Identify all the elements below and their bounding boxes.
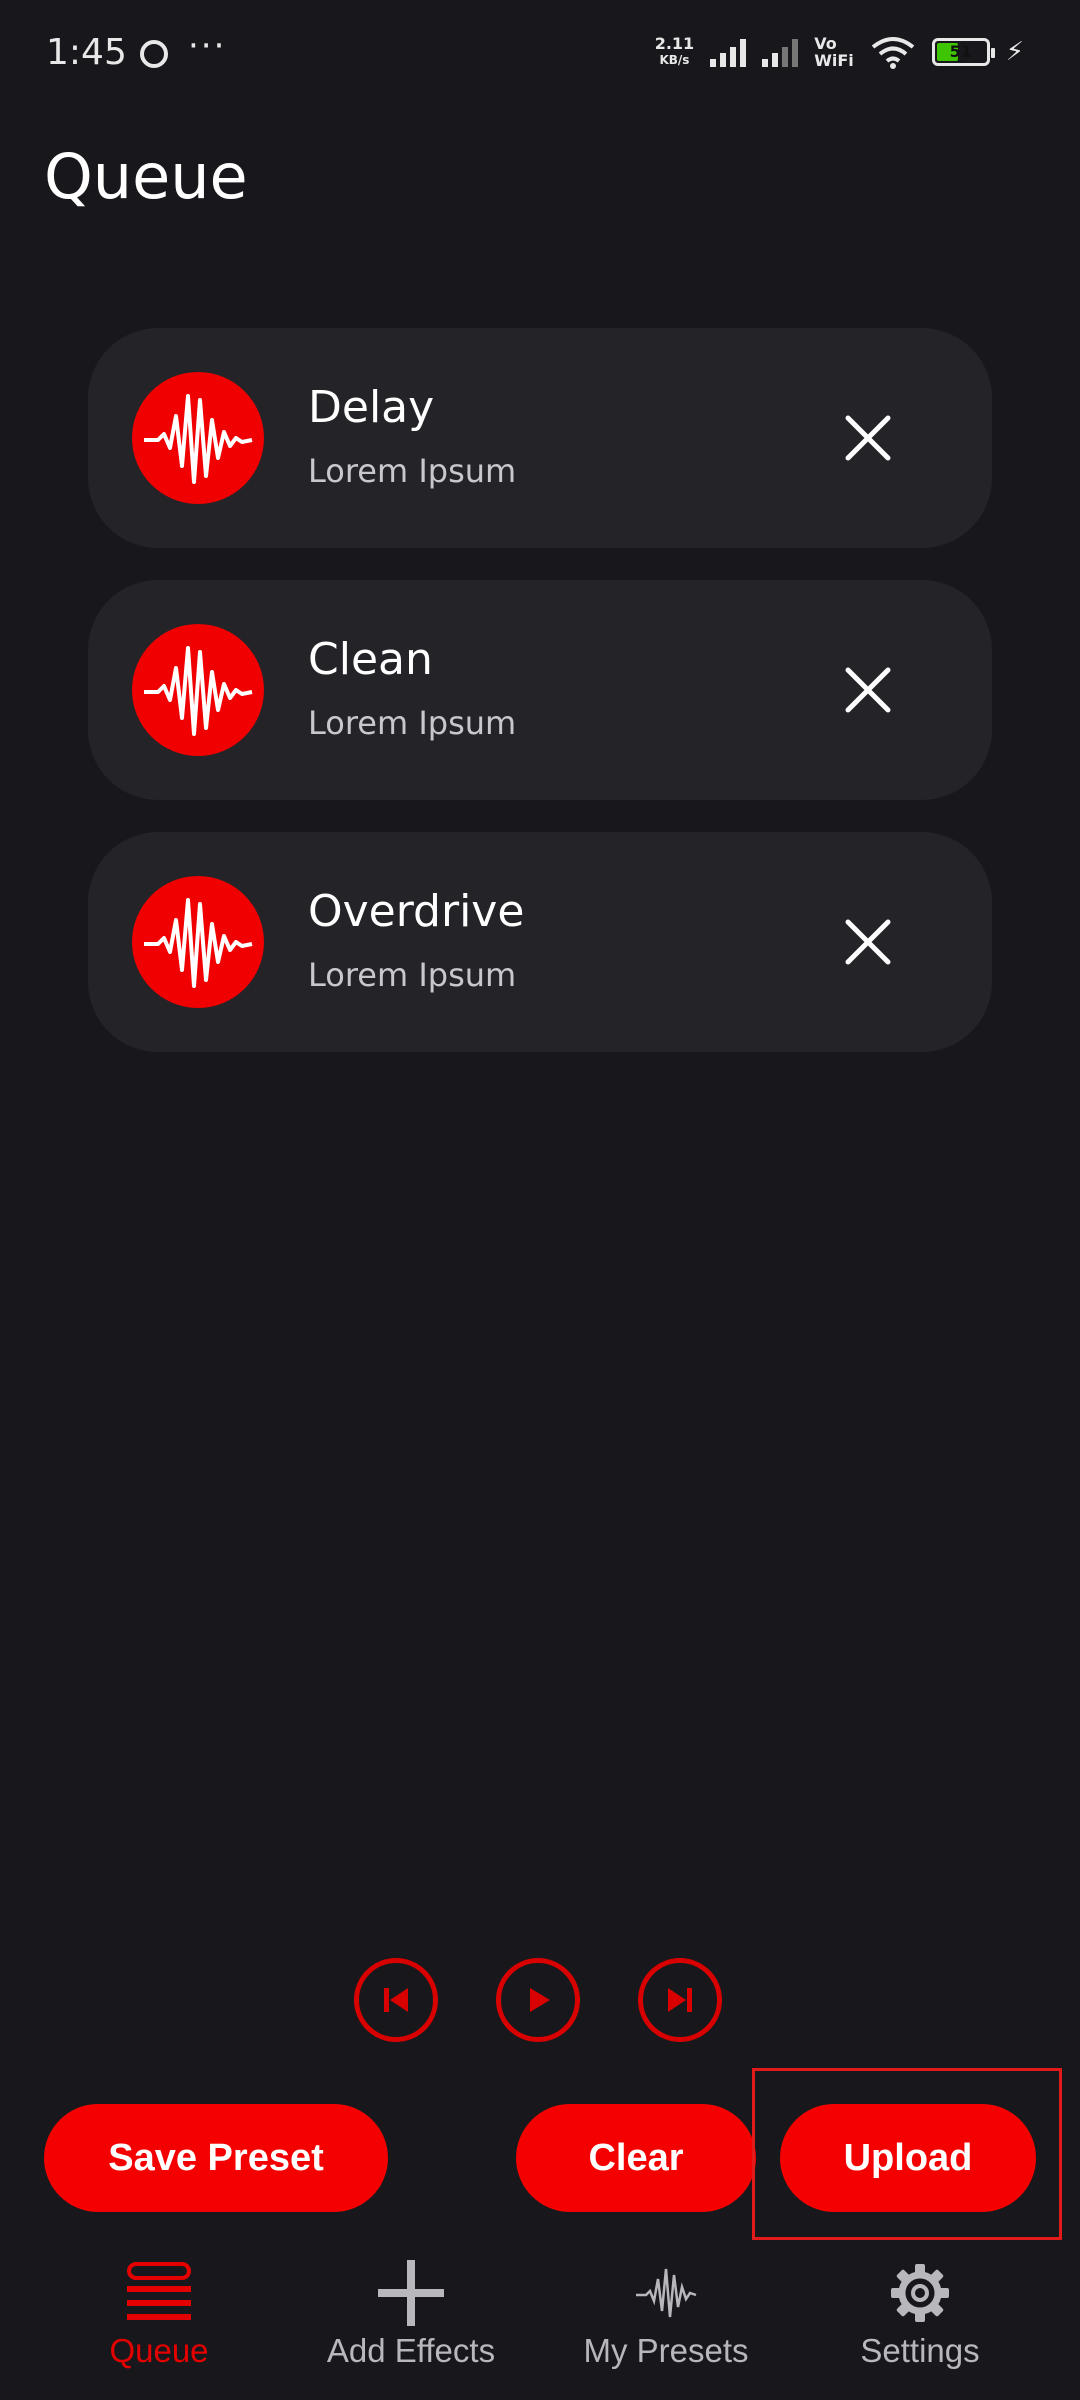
vowifi-indicator: Vo WiFi bbox=[814, 35, 854, 69]
wifi-icon bbox=[871, 37, 914, 69]
nav-item-add-effects[interactable]: Add Effects bbox=[286, 2258, 536, 2370]
queue-item-title: Clean bbox=[308, 634, 433, 685]
signal-icon-secondary bbox=[762, 37, 799, 67]
waveform-icon bbox=[541, 2258, 791, 2328]
queue-item-subtitle: Lorem Ipsum bbox=[308, 704, 517, 742]
queue-list: Delay Lorem Ipsum Clean Lorem Ipsum Over… bbox=[88, 328, 992, 1084]
queue-item[interactable]: Delay Lorem Ipsum bbox=[88, 328, 992, 548]
network-speed: 2.11 KB/s bbox=[655, 36, 694, 68]
queue-item[interactable]: Clean Lorem Ipsum bbox=[88, 580, 992, 800]
nav-item-queue[interactable]: Queue bbox=[34, 2258, 284, 2370]
network-speed-unit: KB/s bbox=[659, 53, 690, 67]
more-notifications-icon: ··· bbox=[188, 26, 227, 66]
vowifi-top: Vo bbox=[814, 34, 837, 53]
skip-previous-button[interactable] bbox=[354, 1958, 438, 2042]
queue-item-subtitle: Lorem Ipsum bbox=[308, 956, 517, 994]
status-time: 1:45 bbox=[46, 32, 127, 73]
nav-label: Queue bbox=[109, 2332, 209, 2369]
queue-item-subtitle: Lorem Ipsum bbox=[308, 452, 517, 490]
remove-icon[interactable] bbox=[838, 408, 898, 468]
nav-label: Add Effects bbox=[326, 2332, 496, 2369]
queue-icon bbox=[34, 2258, 284, 2328]
status-icons: 2.11 KB/s Vo WiFi 51 ⚡ bbox=[655, 30, 1024, 74]
signal-icon bbox=[710, 37, 747, 67]
waveform-avatar-icon bbox=[132, 876, 264, 1008]
waveform-avatar-icon bbox=[132, 372, 264, 504]
nav-label: My Presets bbox=[583, 2332, 749, 2369]
play-icon bbox=[530, 1988, 550, 2012]
play-button[interactable] bbox=[496, 1958, 580, 2042]
playback-controls bbox=[0, 1958, 1080, 2048]
dnd-icon bbox=[140, 40, 168, 68]
battery-icon: 51 bbox=[931, 38, 995, 66]
charging-icon: ⚡ bbox=[1005, 37, 1024, 67]
remove-icon[interactable] bbox=[838, 912, 898, 972]
nav-label: Settings bbox=[860, 2332, 980, 2369]
page-title: Queue bbox=[44, 140, 248, 213]
upload-highlight-box bbox=[752, 2068, 1062, 2240]
waveform-avatar-icon bbox=[132, 624, 264, 756]
nav-item-my-presets[interactable]: My Presets bbox=[541, 2258, 791, 2370]
status-bar: 1:45 ··· 2.11 KB/s Vo WiFi 51 ⚡ bbox=[0, 0, 1080, 110]
remove-icon[interactable] bbox=[838, 660, 898, 720]
gear-icon bbox=[795, 2258, 1045, 2328]
queue-item[interactable]: Overdrive Lorem Ipsum bbox=[88, 832, 992, 1052]
skip-previous-icon bbox=[384, 1988, 408, 2012]
vowifi-bottom: WiFi bbox=[814, 51, 854, 70]
save-preset-button[interactable]: Save Preset bbox=[44, 2104, 388, 2212]
network-speed-value: 2.11 bbox=[654, 34, 695, 53]
skip-next-button[interactable] bbox=[638, 1958, 722, 2042]
bottom-nav: Queue Add Effects My Presets Settings bbox=[0, 2240, 1080, 2400]
battery-level: 51 bbox=[949, 42, 972, 61]
clear-button[interactable]: Clear bbox=[516, 2104, 756, 2212]
skip-next-icon bbox=[668, 1988, 692, 2012]
queue-item-title: Delay bbox=[308, 382, 435, 433]
plus-icon bbox=[286, 2258, 536, 2328]
nav-item-settings[interactable]: Settings bbox=[795, 2258, 1045, 2370]
queue-item-title: Overdrive bbox=[308, 886, 525, 937]
